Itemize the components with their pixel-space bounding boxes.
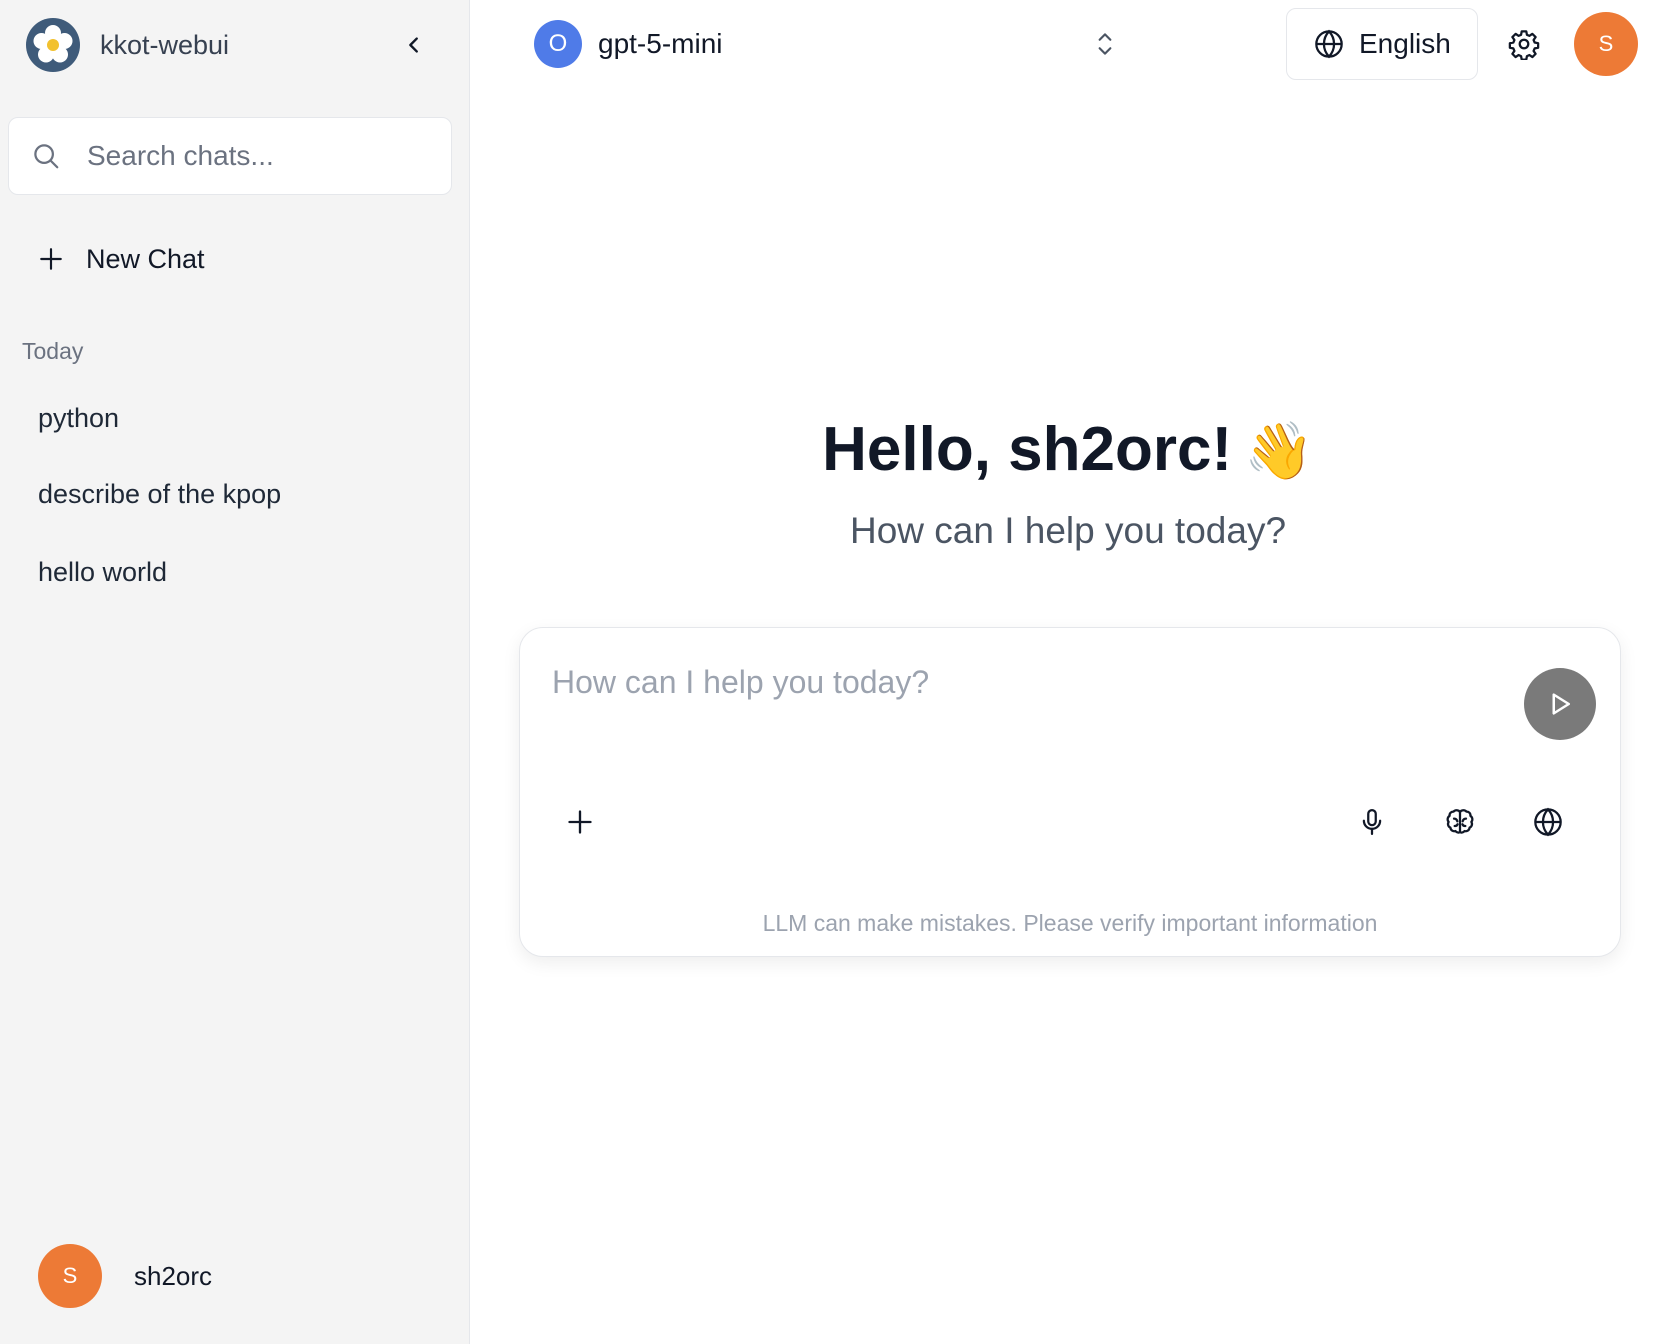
new-chat-button[interactable]: New Chat [38,234,205,284]
user-menu-button[interactable]: S sh2orc [38,1244,212,1308]
sidebar: kkot-webui New Chat Today python describ… [0,0,470,1344]
brain-icon [1446,809,1474,834]
avatar: S [38,1244,102,1308]
model-name: gpt-5-mini [598,28,723,59]
greeting-subtitle: How can I help you today? [849,510,1287,551]
search-input[interactable] [87,140,427,172]
voice-input-button[interactable] [1352,802,1392,842]
chevron-left-icon [409,37,418,53]
message-composer: LLM can make mistakes. Please verify imp… [519,627,1621,957]
chat-list: python describe of the kpop hello world [22,386,442,616]
plus-icon [40,248,62,270]
language-label: English [1359,28,1451,59]
collapse-sidebar-button[interactable] [392,23,436,67]
attach-button[interactable] [560,802,600,842]
message-input[interactable] [552,664,1452,724]
chat-list-item[interactable]: hello world [22,540,442,604]
web-search-button[interactable] [1528,802,1568,842]
search-box [8,117,452,195]
globe-icon [1534,807,1562,837]
greeting-heading: Hello, sh2orc! 👋 [470,414,1666,485]
sidebar-header: kkot-webui [26,17,436,73]
send-button[interactable] [1524,668,1596,740]
chat-list-item[interactable]: describe of the kpop [22,462,442,526]
search-icon [34,144,59,169]
chat-list-item[interactable]: python [22,386,442,450]
section-label-today: Today [22,338,84,364]
user-name: sh2orc [134,1260,213,1291]
disclaimer-text: LLM can make mistakes. Please verify imp… [762,910,1378,936]
waving-hand-emoji: 👋 [1244,419,1314,482]
flower-logo-icon [26,18,80,72]
new-chat-label: New Chat [86,243,205,274]
plus-icon [568,810,592,834]
model-selector[interactable]: O gpt-5-mini [534,19,1118,69]
model-badge: O [534,20,582,68]
settings-button[interactable] [1504,24,1544,64]
greeting-text: Hello, sh2orc! [822,415,1233,484]
main-area: O gpt-5-mini English S Hello, sh2orc! 👋 H… [470,0,1666,1344]
language-button[interactable]: English [1286,8,1478,80]
app-root: kkot-webui New Chat Today python describ… [0,0,1666,1344]
reasoning-toggle-button[interactable] [1440,802,1480,842]
avatar[interactable]: S [1574,12,1638,76]
app-name: kkot-webui [100,29,230,60]
chevron-up-down-icon [1098,33,1112,55]
gear-icon [1508,30,1540,60]
globe-icon [1315,29,1343,59]
play-icon [1552,693,1570,715]
microphone-icon [1362,809,1382,835]
